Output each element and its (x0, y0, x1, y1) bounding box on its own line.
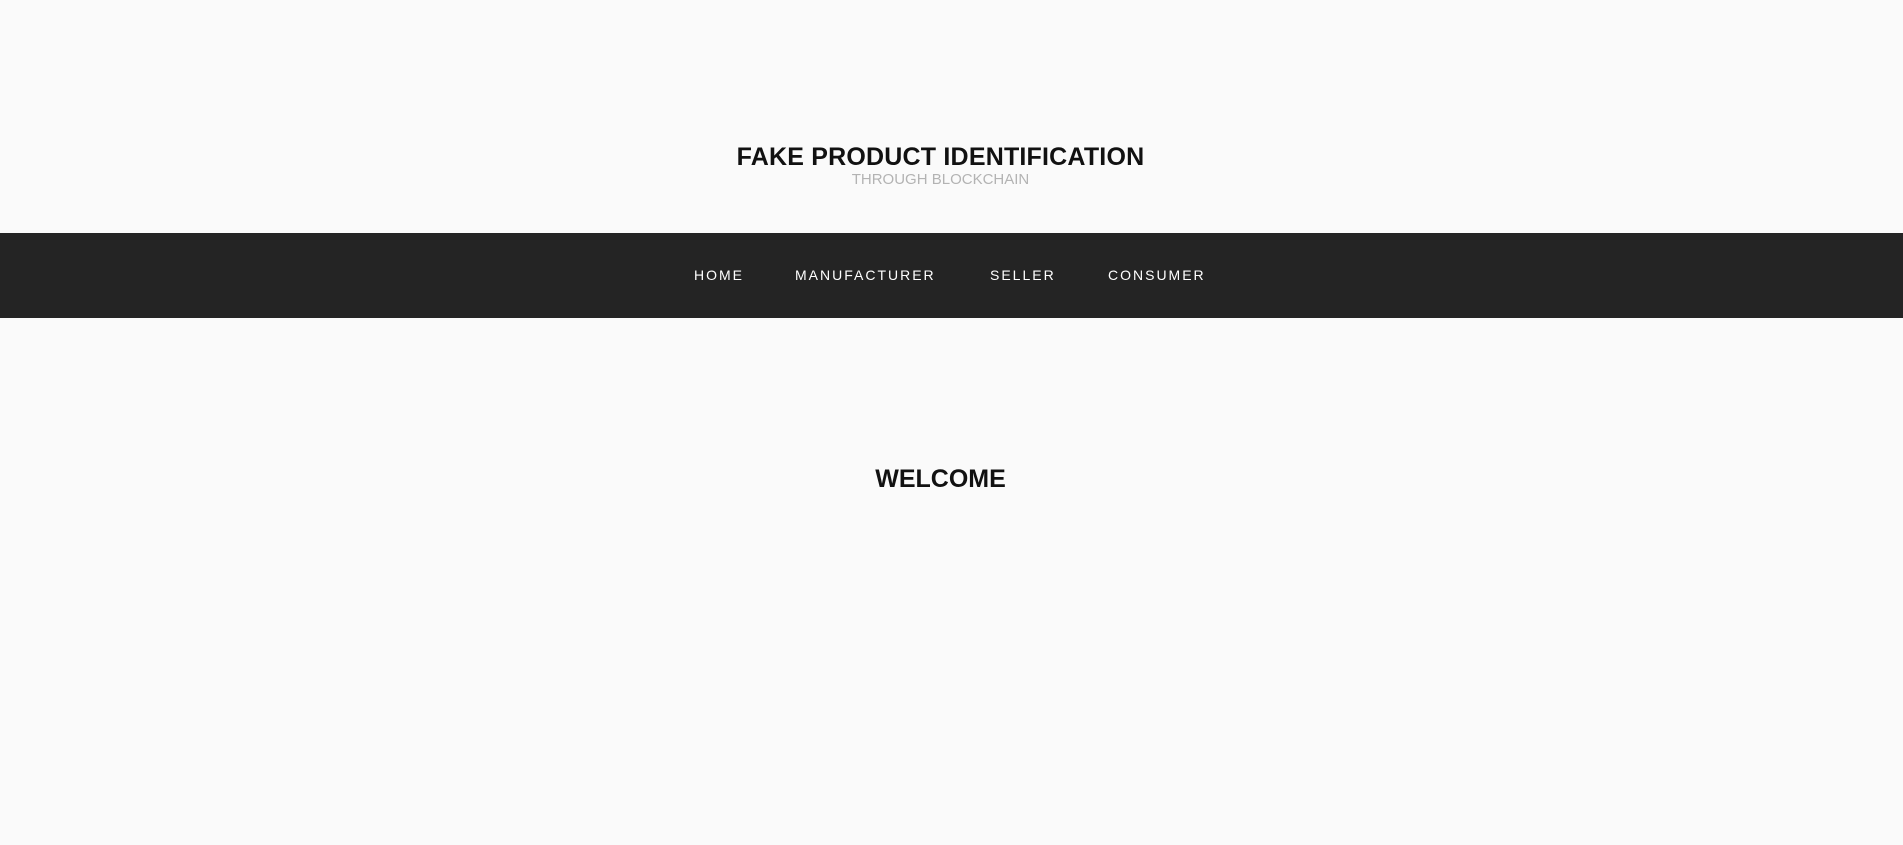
site-subtitle: THROUGH BLOCKCHAIN (851, 171, 1030, 188)
main-content: WELCOME (0, 318, 1903, 845)
site-header: FAKE PRODUCT IDENTIFICATION THROUGH BLOC… (0, 0, 1903, 233)
welcome-heading: WELCOME (875, 465, 1006, 493)
main-navbar: HOME MANUFACTURER SELLER CONSUMER (0, 233, 1903, 318)
page: FAKE PRODUCT IDENTIFICATION THROUGH BLOC… (0, 0, 1903, 845)
site-title: FAKE PRODUCT IDENTIFICATION (736, 143, 1145, 171)
nav-link-manufacturer[interactable]: MANUFACTURER (795, 265, 936, 285)
nav-link-home[interactable]: HOME (694, 265, 744, 285)
nav-link-consumer[interactable]: CONSUMER (1108, 265, 1206, 285)
nav-link-seller[interactable]: SELLER (990, 265, 1056, 285)
nav-list: HOME MANUFACTURER SELLER CONSUMER (0, 233, 1903, 318)
